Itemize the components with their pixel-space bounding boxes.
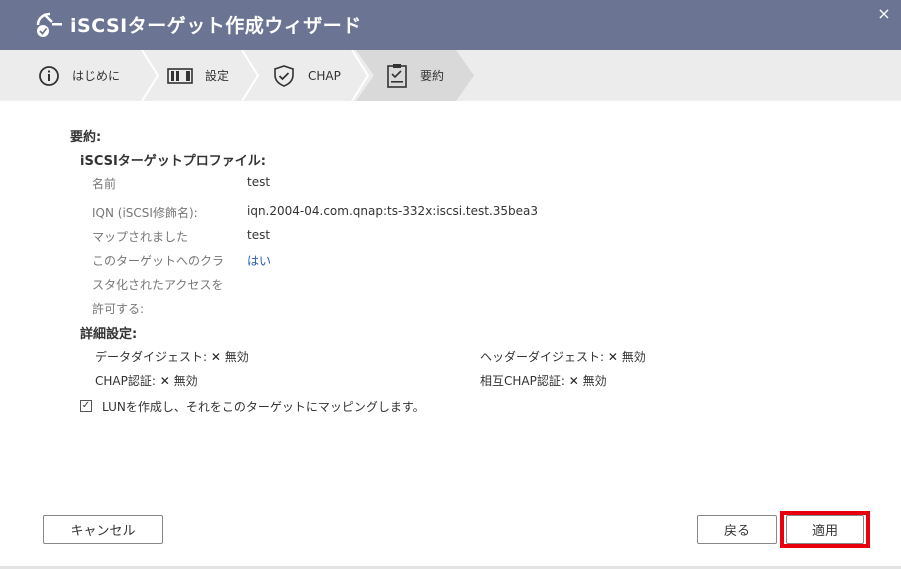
step-separator: [351, 50, 370, 101]
mutual-chap-auth-row: 相互CHAP認証: ✕ 無効: [480, 372, 607, 389]
profile-heading: iSCSIターゲットプロファイル:: [80, 154, 266, 169]
step-settings[interactable]: 設定: [167, 50, 229, 101]
summary-heading: 要約:: [70, 130, 102, 145]
iqn-value: iqn.2004-04.com.qnap:ts-332x:iscsi.test.…: [247, 204, 539, 218]
chap-auth-label: CHAP認証:: [95, 374, 156, 388]
cluster-access-value: はい: [247, 254, 272, 268]
step-introduction[interactable]: はじめに: [38, 50, 120, 101]
advanced-heading: 詳細設定:: [80, 327, 138, 342]
iscsi-target-icon: [36, 12, 62, 37]
mutual-chap-auth-label: 相互CHAP認証:: [480, 374, 565, 388]
iqn-label: IQN (iSCSI修飾名):: [92, 206, 198, 220]
disabled-x-icon: ✕: [607, 350, 618, 364]
window-title: iSCSIターゲット作成ウィザード: [70, 15, 362, 37]
name-label: 名前: [92, 177, 117, 191]
cluster-access-label-line1: このターゲットへのクラ: [92, 254, 225, 268]
header-digest-value: 無効: [621, 350, 646, 364]
step-label: はじめに: [72, 69, 121, 83]
step-label: 要約: [420, 69, 445, 83]
header-digest-label: ヘッダーダイジェスト:: [480, 350, 605, 364]
apply-button[interactable]: 適用: [786, 515, 864, 544]
clipboard-check-icon: [387, 63, 407, 88]
wizard-steps: はじめに 設定 CHAP 要約: [0, 50, 901, 101]
step-separator: [141, 50, 160, 101]
mutual-chap-auth-value: 無効: [582, 374, 607, 388]
disabled-x-icon: ✕: [568, 374, 579, 388]
name-value: test: [247, 175, 271, 189]
lun-checkbox-icon: ✓: [80, 400, 92, 412]
step-separator: [241, 50, 260, 101]
close-icon[interactable]: ×: [874, 4, 894, 24]
chap-auth-row: CHAP認証: ✕ 無効: [95, 372, 198, 389]
settings-panel-icon: [167, 67, 193, 84]
summary-content: 要約: iSCSIターゲットプロファイル: 名前 test IQN (iSCSI…: [0, 101, 901, 501]
title-bar: iSCSIターゲット作成ウィザード ×: [0, 0, 901, 50]
data-digest-row: データダイジェスト: ✕ 無効: [95, 348, 249, 365]
shield-check-icon: [274, 64, 294, 87]
cluster-access-label-line3: 許可する:: [92, 302, 145, 316]
back-button[interactable]: 戻る: [697, 515, 777, 544]
step-summary[interactable]: 要約: [386, 50, 444, 101]
chap-auth-value: 無効: [173, 374, 198, 388]
mapped-label: マップされました: [92, 230, 189, 244]
data-digest-value: 無効: [224, 350, 249, 364]
disabled-x-icon: ✕: [159, 374, 170, 388]
data-digest-label: データダイジェスト:: [95, 350, 208, 364]
cluster-access-label-line2: スタ化されたアクセスを: [92, 278, 224, 292]
step-label: CHAP: [308, 68, 341, 83]
disabled-x-icon: ✕: [210, 350, 221, 364]
lun-mapping-text: LUNを作成し、それをこのターゲットにマッピングします。: [102, 400, 425, 414]
step-chap[interactable]: CHAP: [272, 50, 341, 101]
mapped-value: test: [247, 228, 271, 242]
header-digest-row: ヘッダーダイジェスト: ✕ 無効: [480, 348, 646, 365]
info-icon: [39, 65, 59, 86]
step-label: 設定: [205, 69, 230, 83]
cancel-button[interactable]: キャンセル: [43, 515, 163, 544]
